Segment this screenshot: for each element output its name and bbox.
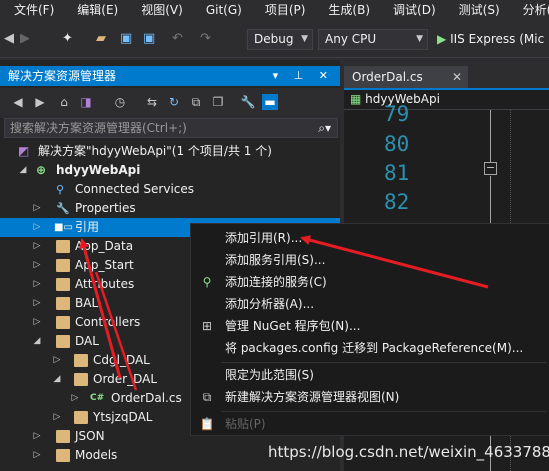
arrow-to-references <box>79 238 122 379</box>
watermark: https://blog.csdn.net/weixin_46337886 <box>268 443 549 461</box>
arrow-to-add-reference <box>300 235 489 289</box>
arrow-shaft <box>94 271 138 391</box>
annotation-arrows <box>79 235 489 391</box>
